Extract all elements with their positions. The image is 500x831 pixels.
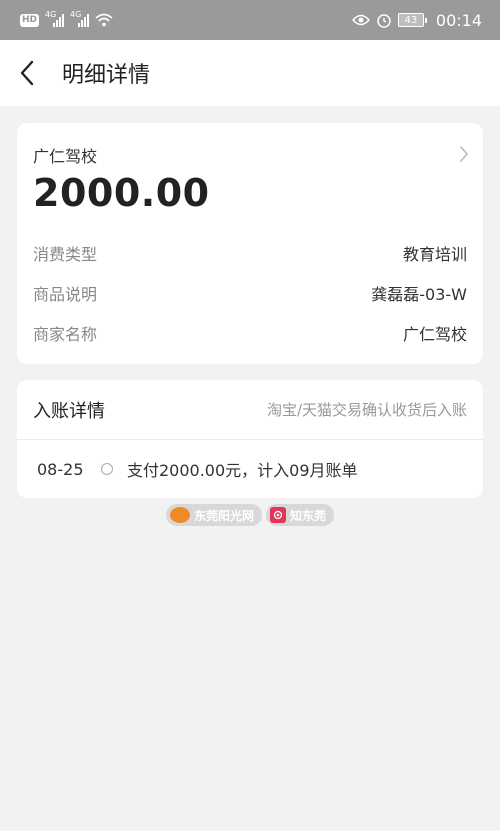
alarm-icon (377, 14, 391, 28)
detail-value: 教育培训 (402, 245, 467, 264)
watermark-right: 知东莞 (266, 504, 335, 526)
wifi-icon (95, 13, 113, 27)
entry-header: 入账详情 淘宝/天猫交易确认收货后入账 (17, 380, 483, 440)
entry-title: 入账详情 (33, 400, 105, 422)
hd-badge: HD (20, 13, 40, 27)
entry-note: 淘宝/天猫交易确认收货后入账 (266, 401, 467, 419)
detail-label: 商品说明 (33, 285, 98, 304)
detail-row-category: 消费类型 教育培训 (33, 233, 467, 273)
eye-icon (351, 14, 370, 26)
detail-value: 龚磊磊-03-W (371, 285, 467, 304)
record-date: 08-25 (37, 459, 84, 479)
chevron-right-icon[interactable] (459, 145, 469, 163)
transaction-summary-card[interactable]: 广仁驾校 2000.00 消费类型 教育培训 商品说明 龚磊磊-03-W 商家名… (17, 123, 483, 364)
sun-logo-icon (169, 507, 190, 523)
status-time: 00:14 (435, 10, 482, 30)
entry-details-card: 入账详情 淘宝/天猫交易确认收货后入账 08-25 支付2000.00元，计入0… (17, 380, 483, 498)
watermark-left-text: 东莞阳光网 (193, 508, 254, 523)
detail-rows: 消费类型 教育培训 商品说明 龚磊磊-03-W 商家名称 广仁驾校 (33, 233, 467, 353)
detail-row-product: 商品说明 龚磊磊-03-W (33, 273, 467, 313)
detail-value: 广仁驾校 (402, 325, 467, 344)
merchant-name: 广仁驾校 (33, 147, 98, 166)
amount: 2000.00 (33, 171, 210, 215)
record-description: 支付2000.00元，计入09月账单 (127, 461, 358, 480)
page-title: 明细详情 (62, 63, 151, 88)
status-left: HD 4G 4G (20, 10, 113, 27)
signal-icon-2: 4G (70, 10, 90, 27)
back-arrow-icon[interactable] (20, 58, 42, 88)
battery-icon: 43 (397, 13, 427, 27)
timeline-dot-icon (101, 463, 113, 475)
signal-icon: 4G (45, 10, 65, 27)
eye-logo-icon (270, 507, 286, 523)
watermark-right-text: 知东莞 (290, 508, 327, 523)
detail-row-merchant: 商家名称 广仁驾校 (33, 313, 467, 353)
watermark-left: 东莞阳光网 (165, 504, 262, 526)
watermark: 东莞阳光网 知东莞 (0, 504, 500, 526)
nav-bar: 明细详情 (0, 40, 500, 106)
detail-label: 消费类型 (33, 245, 98, 264)
detail-label: 商家名称 (33, 325, 98, 344)
status-bar: HD 4G 4G 43 00:14 (0, 0, 500, 40)
status-right: 43 00:14 (351, 10, 482, 30)
entry-record: 08-25 支付2000.00元，计入09月账单 (17, 440, 483, 498)
